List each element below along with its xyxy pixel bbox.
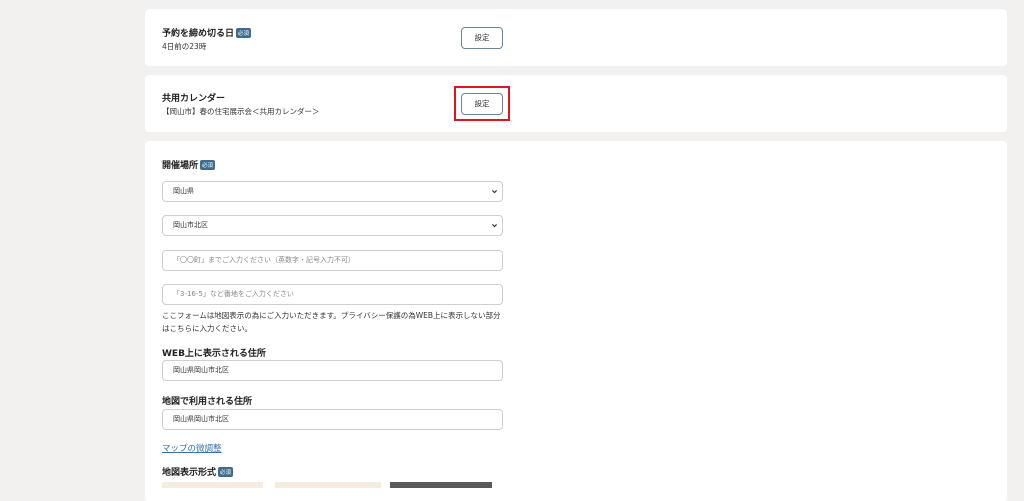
calendar-settings-button[interactable]: 設定 (461, 93, 503, 115)
required-badge: 必須 (236, 28, 252, 38)
deadline-card: 予約を締め切る日 必須 4日前の23時 設定 (145, 9, 1007, 66)
city-value: 岡山市北区 (173, 221, 208, 229)
map-format-option-2[interactable] (275, 482, 381, 488)
town-input[interactable]: 「〇〇町」までご入力ください（英数字・記号入力不可） (162, 250, 503, 271)
required-badge: 必須 (218, 467, 234, 477)
venue-card: 開催場所 必須 岡山県 岡山市北区 「〇〇町」までご入力ください（英数字・記号入力… (145, 141, 1007, 501)
map-address-label: 地図で利用される住所 (162, 397, 253, 407)
prefecture-select[interactable]: 岡山県 (162, 181, 503, 202)
street-address-input[interactable]: 「3-16-5」など番地をご入力ください (162, 284, 503, 305)
chevron-down-icon (492, 224, 497, 228)
venue-title: 開催場所 必須 (162, 160, 216, 171)
city-select[interactable]: 岡山市北区 (162, 215, 503, 236)
web-address-label: WEB上に表示される住所 (162, 349, 266, 359)
prefecture-value: 岡山県 (173, 187, 194, 195)
web-address-field[interactable]: 岡山県岡山市北区 (162, 360, 503, 381)
calendar-card: 共用カレンダー 【岡山市】春の住宅展示会＜共用カレンダー＞ 設定 (145, 75, 1007, 132)
map-address-field[interactable]: 岡山県岡山市北区 (162, 409, 503, 430)
map-format-title: 地図表示形式 必須 (162, 467, 234, 478)
calendar-title: 共用カレンダー (162, 94, 226, 104)
deadline-value: 4日前の23時 (162, 42, 207, 51)
map-format-option-3[interactable] (390, 482, 492, 488)
map-adjust-link[interactable]: マップの微調整 (162, 442, 222, 454)
address-note: ここフォームは地図表示の為にご入力いただきます。プライバシー保護の為WEB上に表… (162, 311, 501, 333)
required-badge: 必須 (200, 160, 216, 170)
deadline-title: 予約を締め切る日 必須 (162, 28, 252, 39)
map-format-option-1[interactable] (162, 482, 263, 488)
chevron-down-icon (492, 190, 497, 194)
calendar-value: 【岡山市】春の住宅展示会＜共用カレンダー＞ (162, 107, 320, 116)
deadline-settings-button[interactable]: 設定 (461, 27, 503, 49)
